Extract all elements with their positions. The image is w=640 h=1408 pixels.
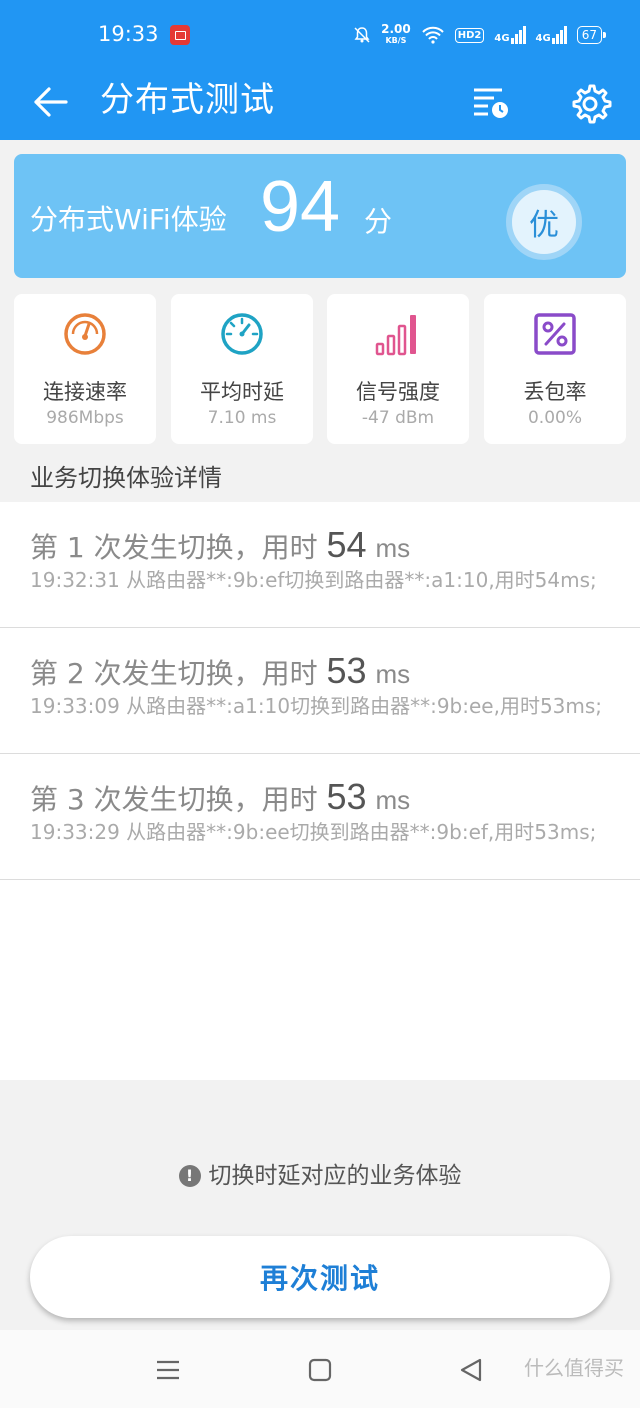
- back-arrow-icon[interactable]: [28, 80, 72, 124]
- sim2-signal: 4G: [536, 26, 567, 44]
- note-text: 切换时延对应的业务体验: [208, 1163, 462, 1189]
- hd-badge: HD2: [454, 27, 485, 43]
- metric-name: 丢包率: [523, 380, 587, 404]
- score-grade-badge: 优: [506, 184, 582, 260]
- metric-name: 信号强度: [356, 380, 440, 404]
- sim2-label: 4G: [535, 33, 551, 44]
- settings-gear-icon[interactable]: [566, 80, 614, 128]
- list-item: 第 2 次发生切换，用时 53 ms 19:33:09 从路由器**:a1:10…: [0, 628, 640, 754]
- speedometer-icon: [64, 313, 106, 355]
- score-value: 94: [260, 167, 341, 247]
- latency-note-link[interactable]: ! 切换时延对应的业务体验: [0, 1156, 640, 1190]
- history-list-icon[interactable]: [468, 80, 512, 124]
- wifi-score-card: 分布式WiFi体验 94 分 优: [14, 154, 626, 278]
- metrics-row: 连接速率 986Mbps 平均时延 7.10 ms 信号强度 -47 dBm 丢…: [14, 294, 626, 444]
- metric-value: 0.00%: [527, 408, 582, 428]
- signal-bars-icon: [375, 315, 416, 356]
- net-speed-value: 2.00: [381, 22, 411, 36]
- battery-indicator: 67: [576, 26, 607, 44]
- metric-avg-latency: 平均时延 7.10 ms: [171, 294, 313, 444]
- handover-headline: 第 1 次发生切换，用时 54 ms: [30, 524, 410, 566]
- metric-link-rate: 连接速率 986Mbps: [14, 294, 156, 444]
- handover-detail: 19:33:09 从路由器**:a1:10切换到路由器**:9b:ee,用时53…: [30, 694, 603, 718]
- system-nav-bar: 什么值得买: [0, 1330, 640, 1408]
- sim1-label: 4G: [494, 33, 510, 44]
- handover-ms-value: 54: [326, 524, 367, 565]
- handover-prefix: 第 2 次发生切换，用时: [30, 657, 318, 690]
- status-bar: 19:33 2.00 KB/S HD2 4G 4G 67: [0, 0, 640, 68]
- metric-value: -47 dBm: [361, 408, 435, 428]
- wifi-icon: [422, 26, 444, 44]
- page-title: 分布式测试: [100, 80, 275, 120]
- sim1-signal: 4G: [494, 26, 526, 44]
- metric-signal-strength: 信号强度 -47 dBm: [327, 294, 469, 444]
- metric-name: 连接速率: [43, 380, 127, 404]
- handover-headline: 第 3 次发生切换，用时 53 ms: [30, 776, 410, 818]
- section-title: 业务切换体验详情: [30, 464, 222, 492]
- handover-list: 第 1 次发生切换，用时 54 ms 19:32:31 从路由器**:9b:ef…: [0, 502, 640, 1080]
- metric-name: 平均时延: [200, 380, 284, 404]
- handover-ms-unit: ms: [375, 785, 411, 815]
- score-unit: 分: [364, 205, 393, 238]
- handover-prefix: 第 3 次发生切换，用时: [30, 783, 318, 816]
- top-bar: 19:33 2.00 KB/S HD2 4G 4G 67 分布式测试: [0, 0, 640, 140]
- app-bar: 分布式测试: [0, 68, 640, 140]
- retest-button[interactable]: 再次测试: [30, 1236, 610, 1318]
- status-icons: 2.00 KB/S HD2 4G 4G 67: [353, 22, 607, 48]
- handover-headline: 第 2 次发生切换，用时 53 ms: [30, 650, 410, 692]
- list-item: 第 3 次发生切换，用时 53 ms 19:33:29 从路由器**:9b:ee…: [0, 754, 640, 880]
- handover-detail: 19:32:31 从路由器**:9b:ef切换到路由器**:a1:10,用时54…: [30, 568, 597, 592]
- percent-icon: [534, 313, 576, 355]
- handover-ms-value: 53: [326, 650, 367, 691]
- screen-record-icon: [170, 25, 190, 45]
- timer-icon: [221, 313, 263, 355]
- handover-ms-unit: ms: [375, 659, 411, 689]
- handover-ms-unit: ms: [375, 533, 411, 563]
- home-icon[interactable]: [300, 1350, 340, 1390]
- metric-value: 7.10 ms: [207, 408, 277, 428]
- metric-value: 986Mbps: [46, 408, 124, 428]
- menu-icon[interactable]: [148, 1350, 188, 1390]
- net-speed-unit: KB/S: [385, 36, 407, 45]
- score-label: 分布式WiFi体验: [30, 203, 227, 236]
- info-icon: !: [178, 1165, 201, 1187]
- list-item: 第 1 次发生切换，用时 54 ms 19:32:31 从路由器**:9b:ef…: [0, 502, 640, 628]
- mute-bell-icon: [354, 27, 370, 43]
- watermark: 什么值得买: [524, 1356, 624, 1380]
- metric-packet-loss: 丢包率 0.00%: [484, 294, 626, 444]
- net-speed: 2.00 KB/S: [381, 22, 411, 46]
- handover-prefix: 第 1 次发生切换，用时: [30, 531, 318, 564]
- status-time: 19:33: [98, 22, 159, 46]
- handover-detail: 19:33:29 从路由器**:9b:ee切换到路由器**:9b:ef,用时53…: [30, 820, 597, 844]
- back-triangle-icon[interactable]: [452, 1350, 492, 1390]
- handover-ms-value: 53: [326, 776, 367, 817]
